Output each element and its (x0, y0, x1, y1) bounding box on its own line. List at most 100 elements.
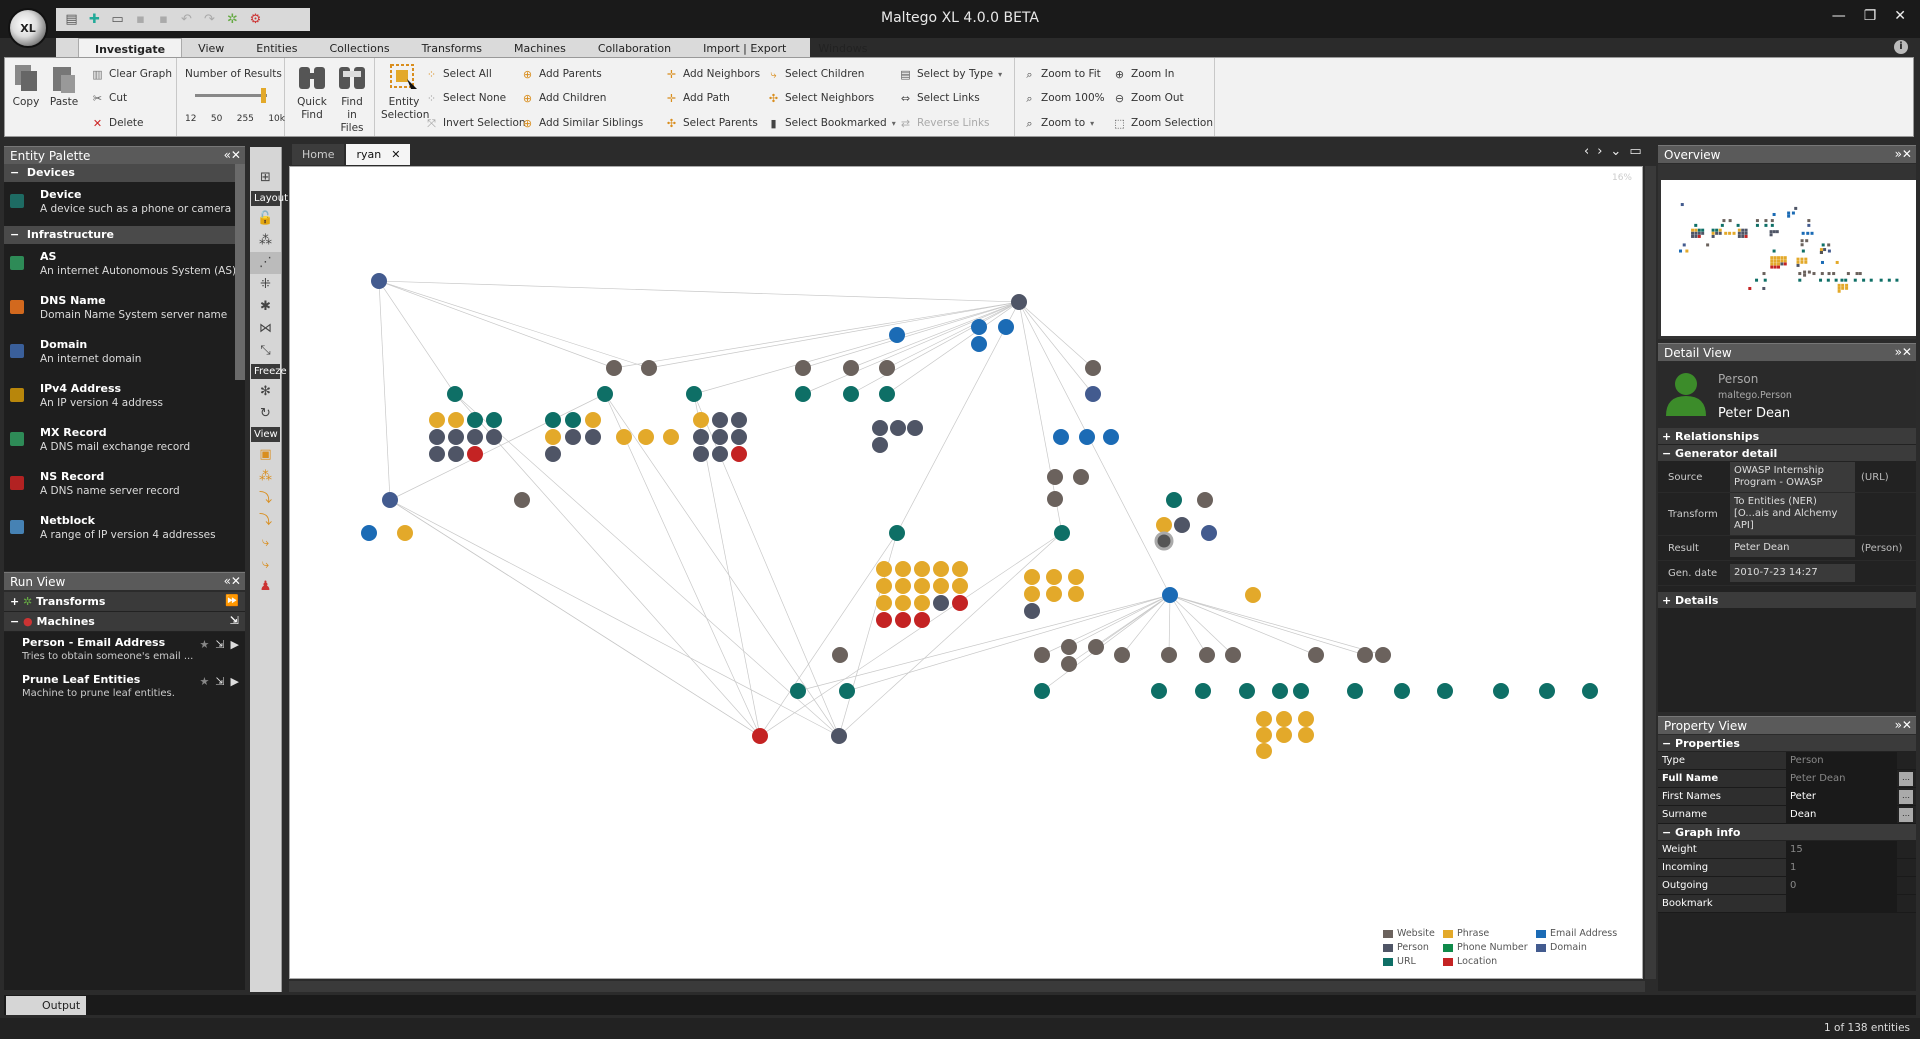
graph-link[interactable] (1068, 594, 1171, 648)
graph-entity-node[interactable] (597, 386, 613, 402)
graph-entity-node[interactable] (585, 429, 601, 445)
graph-entity-node[interactable] (447, 386, 463, 402)
palette-scrollbar[interactable] (235, 164, 245, 380)
graph-entity-node[interactable] (1347, 683, 1363, 699)
graph-entity-node[interactable] (1114, 647, 1130, 663)
graph-entity-node[interactable] (1085, 360, 1101, 376)
graph-entity-node[interactable] (565, 412, 581, 428)
graph-entity-node[interactable] (371, 273, 387, 289)
graph-entity-node[interactable] (790, 683, 806, 699)
palette-entity-item[interactable]: IPv4 Address An IP version 4 address (4, 376, 245, 420)
graph-entity-node[interactable] (876, 612, 892, 628)
graph-entity-node[interactable] (1085, 386, 1101, 402)
graph-entity-node[interactable] (890, 420, 906, 436)
graph-entity-node[interactable] (1375, 647, 1391, 663)
graph-entity-node[interactable] (952, 595, 968, 611)
graph-entity-node[interactable] (514, 492, 530, 508)
outgoing-view-icon[interactable]: ⤷ (250, 532, 281, 554)
graph-entity-node[interactable] (1195, 683, 1211, 699)
graph-link[interactable] (648, 301, 1020, 369)
palette-entity-item[interactable]: Netblock A range of IP version 4 addresse… (4, 508, 245, 552)
graph-entity-node[interactable] (638, 429, 654, 445)
graph-entity-node[interactable] (998, 319, 1014, 335)
graph-entity-node[interactable] (361, 525, 377, 541)
graph-scrollbar-vertical[interactable] (1645, 166, 1656, 979)
graph-link[interactable] (378, 280, 1020, 303)
graph-entity-node[interactable] (1054, 525, 1070, 541)
graph-entity-node[interactable] (545, 412, 561, 428)
graph-entity-node[interactable] (1034, 683, 1050, 699)
graph-entity-node[interactable] (872, 437, 888, 453)
graph-entity-node[interactable] (1061, 639, 1077, 655)
graph-entity-node[interactable] (731, 429, 747, 445)
machine-item[interactable]: Person - Email Address Tries to obtain s… (4, 632, 245, 669)
graph-entity-node[interactable] (467, 446, 483, 462)
graph-entity-node[interactable] (872, 420, 888, 436)
results-slider[interactable] (195, 88, 267, 106)
graph-entity-node[interactable] (1046, 586, 1062, 602)
graph-entity-node[interactable] (429, 412, 445, 428)
add-entity-icon[interactable]: ⊞ (250, 167, 281, 189)
graph-entity-node[interactable] (448, 412, 464, 428)
graph-link[interactable] (604, 393, 840, 737)
palette-category[interactable]: − Devices (4, 164, 245, 182)
graph-entity-node[interactable] (429, 429, 445, 445)
properties-section[interactable]: − Properties (1658, 735, 1916, 752)
graph-link[interactable] (604, 393, 761, 737)
graph-entity-node[interactable] (876, 578, 892, 594)
graph-entity-node[interactable] (895, 595, 911, 611)
graph-entity-node[interactable] (832, 647, 848, 663)
graph-link[interactable] (1169, 594, 1317, 656)
add-parents-button[interactable]: ⊕ Add Parents (521, 66, 602, 82)
star-icon[interactable]: ★ (199, 638, 209, 651)
graph-entity-node[interactable] (933, 561, 949, 577)
configure-icon[interactable]: ⇲ (215, 675, 224, 688)
overview-minimap[interactable] (1661, 180, 1916, 336)
graph-entity-node[interactable] (1174, 517, 1190, 533)
graph-entity-node[interactable] (1103, 429, 1119, 445)
graph-entity-node[interactable] (895, 561, 911, 577)
freeze-icon[interactable]: ✻ (250, 381, 281, 403)
graph-info-section[interactable]: − Graph info (1658, 824, 1916, 841)
graph-link[interactable] (1018, 301, 1094, 395)
generator-value[interactable]: OWASP Internship Program - OWASP (1730, 462, 1855, 492)
graph-entity-node[interactable] (686, 386, 702, 402)
run-icon[interactable]: ▶ (231, 638, 239, 651)
graph-link[interactable] (1121, 594, 1171, 656)
property-row[interactable]: Type Person (1658, 752, 1916, 770)
graph-entity-node[interactable] (448, 446, 464, 462)
results-slider-thumb[interactable] (261, 88, 266, 103)
import-machine-icon[interactable]: ⇲ (230, 614, 239, 627)
graph-entity-node[interactable] (1166, 492, 1182, 508)
graph-entity-node[interactable] (1024, 569, 1040, 585)
machine-item[interactable]: Prune Leaf Entities Machine to prune lea… (4, 669, 245, 706)
graph-entity-node[interactable] (1156, 517, 1172, 533)
paste-button[interactable]: Paste (49, 62, 79, 109)
add-children-button[interactable]: ⊕ Add Children (521, 90, 606, 106)
graph-entity-node[interactable] (795, 360, 811, 376)
graph-entity-node[interactable] (1068, 569, 1084, 585)
graph-entity-node[interactable] (1199, 647, 1215, 663)
move-layout-icon[interactable]: ⤡ (250, 340, 281, 362)
graph-entity-node[interactable] (876, 595, 892, 611)
graph-link[interactable] (802, 301, 1020, 395)
graph-entity-node[interactable] (1024, 586, 1040, 602)
graph-entity-node[interactable] (907, 420, 923, 436)
select-parents-button[interactable]: ✣ Select Parents (665, 115, 758, 131)
palette-entity-item[interactable]: DNS Name Domain Name System server name (4, 288, 245, 332)
palette-category[interactable]: − Infrastructure (4, 226, 245, 244)
graph-entity-node[interactable] (1298, 727, 1314, 743)
zoom-to-fit-button[interactable]: ⌕ Zoom to Fit (1023, 66, 1100, 82)
graph-entity-node[interactable] (1079, 429, 1095, 445)
graph-link[interactable] (454, 393, 840, 737)
graph-link[interactable] (378, 280, 391, 501)
cut-button[interactable]: ✂ Cut (91, 90, 127, 106)
quick-find-button[interactable]: Quick Find (295, 62, 329, 122)
palette-entity-item[interactable]: MX Record A DNS mail exchange record (4, 420, 245, 464)
machines-row[interactable]: − ● Machines ⇲ (4, 612, 245, 632)
graph-entity-node[interactable] (889, 327, 905, 343)
graph-entity-node[interactable] (1011, 294, 1027, 310)
graph-scrollbar-horizontal[interactable] (289, 981, 1645, 992)
tab-home[interactable]: Home (292, 144, 345, 165)
graph-entity-node[interactable] (641, 360, 657, 376)
